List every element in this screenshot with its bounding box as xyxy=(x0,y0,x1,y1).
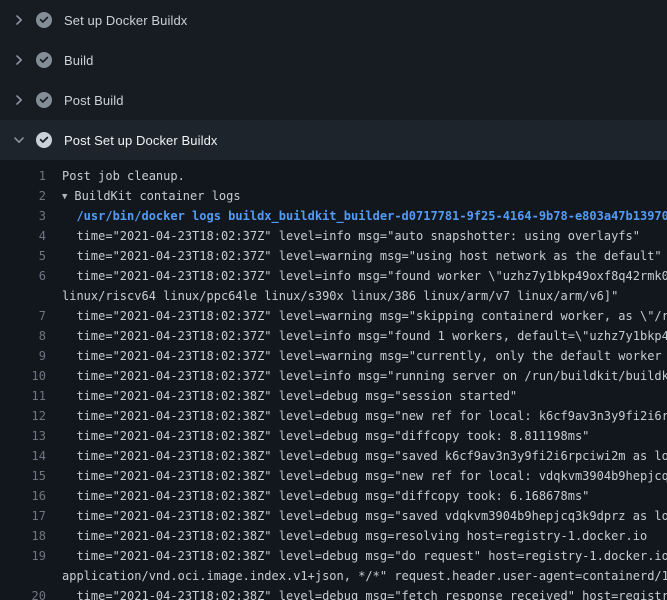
log-line-wrap-continuation: application/vnd.oci.image.index.v1+json,… xyxy=(0,566,667,586)
step-header-build[interactable]: Build xyxy=(0,40,667,80)
log-line: 4 time="2021-04-23T18:02:37Z" level=info… xyxy=(0,226,667,246)
log-line-number[interactable]: 15 xyxy=(0,466,46,486)
log-line-text: time="2021-04-23T18:02:38Z" level=debug … xyxy=(46,426,589,446)
log-viewer: 1 Post job cleanup. 2 ▼ BuildKit containe… xyxy=(0,160,667,600)
chevron-right-icon xyxy=(12,53,36,67)
log-line: 9 time="2021-04-23T18:02:37Z" level=warn… xyxy=(0,346,667,366)
log-line: 12 time="2021-04-23T18:02:38Z" level=deb… xyxy=(0,406,667,426)
step-label: Post Set up Docker Buildx xyxy=(64,133,218,148)
log-line-text: time="2021-04-23T18:02:38Z" level=debug … xyxy=(46,386,517,406)
log-line-text: linux/riscv64 linux/ppc64le linux/s390x … xyxy=(46,286,618,306)
log-line: 10 time="2021-04-23T18:02:37Z" level=inf… xyxy=(0,366,667,386)
log-line-text: time="2021-04-23T18:02:38Z" level=debug … xyxy=(46,506,667,526)
log-line-number[interactable]: 3 xyxy=(0,206,46,226)
log-line-number[interactable]: 20 xyxy=(0,586,46,600)
log-line-text: time="2021-04-23T18:02:37Z" level=warnin… xyxy=(46,306,667,326)
log-line-text: time="2021-04-23T18:02:38Z" level=debug … xyxy=(46,406,667,426)
log-group-label: BuildKit container logs xyxy=(74,189,240,203)
log-line-text: time="2021-04-23T18:02:38Z" level=debug … xyxy=(46,486,589,506)
log-line: 17 time="2021-04-23T18:02:38Z" level=deb… xyxy=(0,506,667,526)
log-line: 11 time="2021-04-23T18:02:38Z" level=deb… xyxy=(0,386,667,406)
log-line-number[interactable]: 9 xyxy=(0,346,46,366)
log-line-number[interactable]: 2 xyxy=(0,186,46,206)
log-line-text: time="2021-04-23T18:02:38Z" level=debug … xyxy=(46,446,667,466)
log-line: 8 time="2021-04-23T18:02:37Z" level=info… xyxy=(0,326,667,346)
log-line-number[interactable]: 10 xyxy=(0,366,46,386)
log-line: 20 time="2021-04-23T18:02:38Z" level=deb… xyxy=(0,586,667,600)
log-line-text: time="2021-04-23T18:02:37Z" level=warnin… xyxy=(46,246,662,266)
log-line-text: /usr/bin/docker logs buildx_buildkit_bui… xyxy=(46,206,667,226)
log-line-text: time="2021-04-23T18:02:37Z" level=info m… xyxy=(46,326,667,346)
step-header-set-up-docker-buildx[interactable]: Set up Docker Buildx xyxy=(0,0,667,40)
log-line-text: ▼ BuildKit container logs xyxy=(46,186,241,206)
check-circle-icon xyxy=(36,92,52,108)
log-line-wrap-continuation: linux/riscv64 linux/ppc64le linux/s390x … xyxy=(0,286,667,306)
log-line-number[interactable]: 11 xyxy=(0,386,46,406)
log-group-collapse-icon: ▼ xyxy=(62,187,67,206)
chevron-down-icon xyxy=(12,133,36,147)
log-line: 19 time="2021-04-23T18:02:38Z" level=deb… xyxy=(0,546,667,566)
log-line-text: application/vnd.oci.image.index.v1+json,… xyxy=(46,566,667,586)
log-line: 15 time="2021-04-23T18:02:38Z" level=deb… xyxy=(0,466,667,486)
log-line-number[interactable]: 13 xyxy=(0,426,46,446)
log-line-number[interactable]: 18 xyxy=(0,526,46,546)
step-header-post-set-up-docker-buildx[interactable]: Post Set up Docker Buildx xyxy=(0,120,667,160)
step-label: Post Build xyxy=(64,93,124,108)
log-line: 1 Post job cleanup. xyxy=(0,166,667,186)
log-line-number[interactable]: 16 xyxy=(0,486,46,506)
step-header-post-build[interactable]: Post Build xyxy=(0,80,667,120)
log-line-number[interactable]: 5 xyxy=(0,246,46,266)
log-line-number[interactable]: 12 xyxy=(0,406,46,426)
log-line-text: Post job cleanup. xyxy=(46,166,185,186)
job-log-panel: Set up Docker Buildx Build Post Build Po… xyxy=(0,0,667,600)
check-circle-icon xyxy=(36,132,52,148)
log-line-text: time="2021-04-23T18:02:37Z" level=info m… xyxy=(46,266,667,286)
log-line-number[interactable]: 4 xyxy=(0,226,46,246)
chevron-right-icon xyxy=(12,93,36,107)
log-line: 3 /usr/bin/docker logs buildx_buildkit_b… xyxy=(0,206,667,226)
steps-list: Set up Docker Buildx Build Post Build Po… xyxy=(0,0,667,160)
log-line-number[interactable]: 7 xyxy=(0,306,46,326)
log-line: 6 time="2021-04-23T18:02:37Z" level=info… xyxy=(0,266,667,286)
step-label: Set up Docker Buildx xyxy=(64,13,187,28)
log-line: 13 time="2021-04-23T18:02:38Z" level=deb… xyxy=(0,426,667,446)
log-line-text: time="2021-04-23T18:02:38Z" level=debug … xyxy=(46,526,647,546)
log-line: 5 time="2021-04-23T18:02:37Z" level=warn… xyxy=(0,246,667,266)
log-line-text: time="2021-04-23T18:02:37Z" level=warnin… xyxy=(46,346,667,366)
log-line-number[interactable]: 8 xyxy=(0,326,46,346)
check-circle-icon xyxy=(36,12,52,28)
step-label: Build xyxy=(64,53,93,68)
log-line: 7 time="2021-04-23T18:02:37Z" level=warn… xyxy=(0,306,667,326)
log-line-text: time="2021-04-23T18:02:37Z" level=info m… xyxy=(46,366,667,386)
log-line-number[interactable]: 1 xyxy=(0,166,46,186)
log-line: 18 time="2021-04-23T18:02:38Z" level=deb… xyxy=(0,526,667,546)
chevron-right-icon xyxy=(12,13,36,27)
log-line-text: time="2021-04-23T18:02:38Z" level=debug … xyxy=(46,466,667,486)
check-circle-icon xyxy=(36,52,52,68)
log-line-number[interactable]: 19 xyxy=(0,546,46,566)
log-line-number[interactable]: 17 xyxy=(0,506,46,526)
log-line-text: time="2021-04-23T18:02:37Z" level=info m… xyxy=(46,226,640,246)
log-line-number[interactable]: 14 xyxy=(0,446,46,466)
log-line: 14 time="2021-04-23T18:02:38Z" level=deb… xyxy=(0,446,667,466)
log-line-number xyxy=(0,286,46,306)
log-group-toggle[interactable]: 2 ▼ BuildKit container logs xyxy=(0,186,667,206)
log-line-text: time="2021-04-23T18:02:38Z" level=debug … xyxy=(46,546,667,566)
log-line-text: time="2021-04-23T18:02:38Z" level=debug … xyxy=(46,586,667,600)
log-line-number xyxy=(0,566,46,586)
log-line: 16 time="2021-04-23T18:02:38Z" level=deb… xyxy=(0,486,667,506)
log-line-number[interactable]: 6 xyxy=(0,266,46,286)
